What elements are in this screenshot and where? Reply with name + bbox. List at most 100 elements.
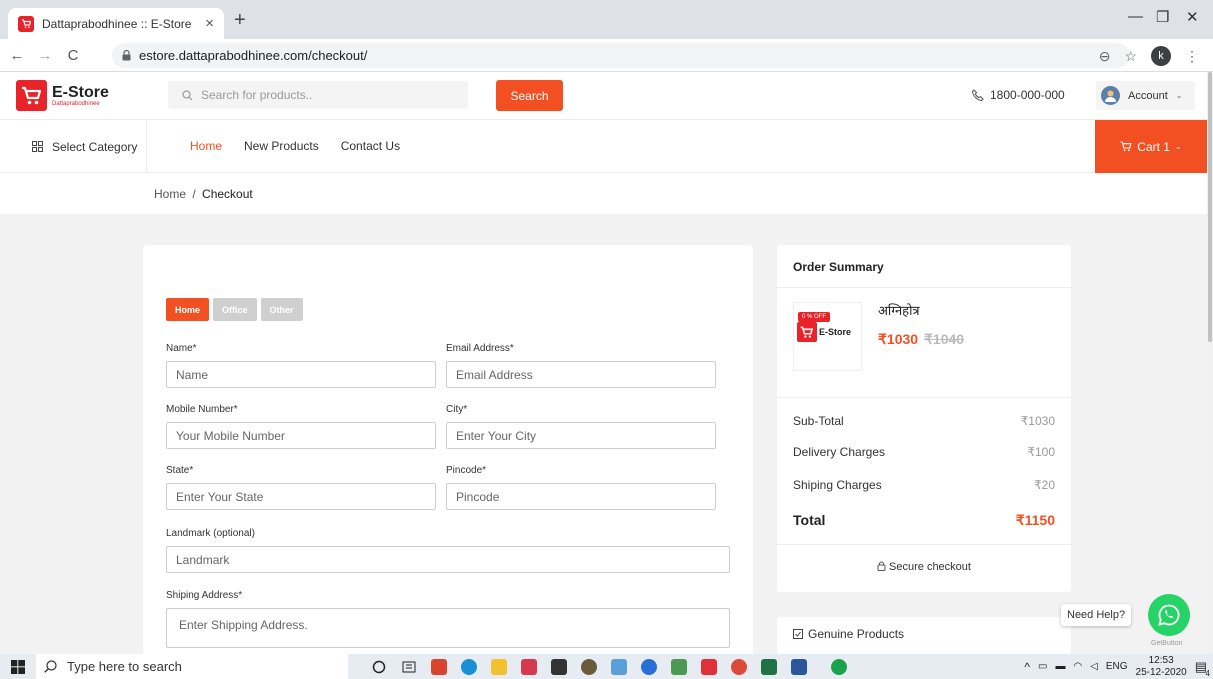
taskbar-clock[interactable]: 12:53 25-12-2020 (1136, 655, 1187, 679)
chevron-up-icon[interactable]: ^ (1024, 660, 1030, 674)
url-bar[interactable]: estore.dattaprabodhinee.com/checkout/ (112, 43, 1130, 68)
network-icon[interactable]: ▭ (1038, 661, 1047, 672)
secure-checkout-button[interactable]: Secure checkout (777, 561, 1071, 573)
state-field-group: State* Enter Your State (166, 465, 436, 510)
scrollbar-thumb[interactable] (1208, 72, 1212, 342)
excel-icon[interactable] (754, 654, 784, 679)
product-thumbnail[interactable]: 0 % OFF E-Store (793, 302, 862, 371)
landmark-input[interactable]: Landmark (166, 546, 730, 573)
volume-icon[interactable]: ◁ (1090, 661, 1098, 672)
edge-browser-icon[interactable] (454, 654, 484, 679)
taskbar-app-c-icon[interactable] (634, 654, 664, 679)
shipping-address-textarea[interactable]: Enter Shipping Address. (166, 608, 730, 648)
breadcrumb-current: Checkout (202, 187, 253, 201)
cart-label: Cart 1 (1137, 139, 1170, 154)
breadcrumb-separator: / (192, 187, 196, 201)
select-category-button[interactable]: Select Category (0, 120, 147, 173)
delivery-charges-row: Delivery Charges ₹100 (793, 445, 1055, 459)
task-view-icon[interactable] (394, 654, 424, 679)
language-indicator[interactable]: ENG (1106, 661, 1128, 672)
divider (777, 544, 1071, 545)
city-input[interactable]: Enter Your City (446, 422, 716, 449)
nav-link-home[interactable]: Home (190, 139, 222, 153)
account-label: Account (1128, 89, 1168, 102)
notification-center-icon[interactable]: ▤ 4 (1195, 659, 1210, 678)
chrome-icon[interactable] (724, 654, 754, 679)
account-dropdown[interactable]: Account ⌄ (1096, 81, 1195, 110)
state-label: State* (166, 465, 194, 476)
reload-icon[interactable]: C (62, 47, 84, 64)
cortana-icon[interactable] (364, 654, 394, 679)
divider (777, 397, 1071, 398)
order-summary: Order Summary 0 % OFF E-Store अग्निहोत्र… (777, 245, 1071, 592)
grid-icon (32, 141, 43, 152)
shipping-field-group: Shiping Address* Enter Shipping Address. (166, 590, 730, 648)
taskbar-app-f-icon[interactable] (694, 654, 724, 679)
profile-avatar[interactable]: k (1151, 46, 1171, 66)
chevron-down-icon: ⌄ (1174, 142, 1182, 151)
taskbar-app-monitor-icon[interactable] (824, 654, 854, 679)
zoom-icon[interactable]: ⊖ (1099, 48, 1111, 65)
taskbar-app-green-icon[interactable] (664, 654, 694, 679)
search-input[interactable]: Search for products.. (168, 81, 468, 109)
subtotal-label: Sub-Total (793, 414, 844, 428)
email-input[interactable]: Email Address (446, 361, 716, 388)
address-type-office[interactable]: Office (213, 298, 257, 321)
email-field-group: Email Address* Email Address (446, 343, 716, 388)
wifi-icon[interactable]: ◠ (1073, 661, 1082, 672)
mobile-field-group: Mobile Number* Your Mobile Number (166, 404, 436, 449)
main-nav: Select Category Home New Products Contac… (0, 120, 1207, 173)
delivery-charges-value: ₹100 (1027, 445, 1055, 459)
total-label: Total (793, 512, 826, 528)
whatsapp-chat-button[interactable] (1148, 594, 1190, 636)
logo-subtitle: Dattaprabodhinee (52, 100, 100, 107)
taskbar-search-placeholder: Type here to search (67, 659, 182, 674)
tab-close-icon[interactable]: × (205, 15, 214, 32)
taskbar-search-box[interactable]: Type here to search (36, 654, 348, 679)
page-scrollbar[interactable] (1207, 72, 1213, 654)
logo-title: E-Store (52, 83, 109, 101)
address-type-home[interactable]: Home (166, 298, 210, 321)
mobile-input[interactable]: Your Mobile Number (166, 422, 436, 449)
word-icon[interactable] (784, 654, 814, 679)
phone-contact[interactable]: 1800-000-000 (972, 88, 1065, 102)
name-input[interactable]: Name (166, 361, 436, 388)
address-type-other[interactable]: Other (260, 298, 303, 321)
back-icon[interactable]: ← (6, 47, 28, 64)
file-explorer-icon[interactable] (484, 654, 514, 679)
need-help-bubble[interactable]: Need Help? (1061, 604, 1132, 626)
search-button[interactable]: Search (496, 80, 563, 111)
window-close-icon[interactable]: ✕ (1186, 8, 1199, 26)
browser-menu-icon[interactable]: ⋮ (1185, 48, 1199, 65)
battery-icon[interactable]: ▬ (1055, 661, 1065, 672)
browser-tab[interactable]: Dattaprabodhinee :: E-Store × (8, 8, 224, 39)
select-category-label: Select Category (52, 139, 138, 154)
store-icon[interactable] (544, 654, 574, 679)
minimize-icon[interactable]: — (1128, 8, 1143, 25)
site-header: E-Store Dattaprabodhinee Search for prod… (0, 72, 1207, 120)
shipping-charges-label: Shiping Charges (793, 478, 882, 492)
taskbar-app-pink-icon[interactable] (514, 654, 544, 679)
cart-button[interactable]: Cart 1 ⌄ (1095, 120, 1207, 173)
nav-link-contact-us[interactable]: Contact Us (341, 139, 400, 153)
cart-logo-icon (16, 80, 47, 111)
taskbar-app-blue-icon[interactable] (604, 654, 634, 679)
bookmark-star-icon[interactable]: ☆ (1124, 48, 1137, 65)
site-logo[interactable]: E-Store Dattaprabodhinee (16, 80, 109, 111)
restore-icon[interactable]: ❐ (1156, 8, 1169, 26)
email-label: Email Address* (446, 343, 514, 354)
new-tab-icon[interactable]: + (234, 9, 246, 32)
phone-icon (972, 89, 984, 101)
state-input[interactable]: Enter Your State (166, 483, 436, 510)
windows-taskbar: Type here to search ^ ▭ ▬ ◠ ◁ ENG 12:53 … (0, 654, 1213, 679)
pincode-input[interactable]: Pincode (446, 483, 716, 510)
windows-start-icon[interactable] (0, 659, 36, 674)
taskbar-app-red-icon[interactable] (424, 654, 454, 679)
taskbar-app-game-icon[interactable] (574, 654, 604, 679)
breadcrumb-home[interactable]: Home (154, 187, 186, 201)
name-label: Name* (166, 343, 197, 354)
product-name[interactable]: अग्निहोत्र (878, 301, 920, 319)
forward-icon[interactable]: → (34, 47, 56, 64)
nav-link-new-products[interactable]: New Products (244, 139, 319, 153)
discount-badge: 0 % OFF (798, 312, 831, 322)
